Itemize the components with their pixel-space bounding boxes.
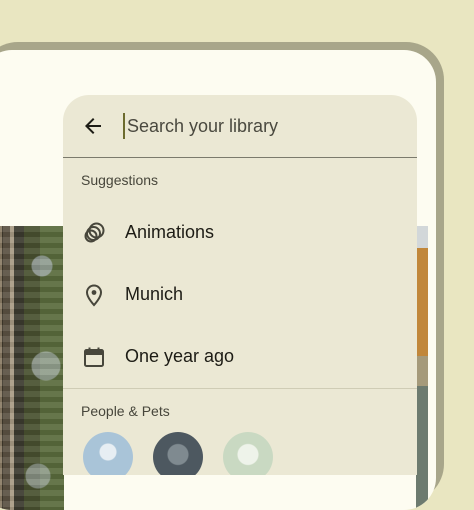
suggestion-label: Munich xyxy=(125,284,184,304)
person-avatar[interactable] xyxy=(83,432,133,475)
search-input[interactable] xyxy=(123,113,397,139)
suggestion-animations[interactable]: Animations xyxy=(63,202,417,264)
suggestion-label: One year ago xyxy=(125,346,235,366)
people-pets-heading: People & Pets xyxy=(81,403,170,419)
suggestion-label: Animations xyxy=(125,222,215,242)
photo-thumbnail[interactable] xyxy=(0,226,64,510)
search-panel: Suggestions Animations Munich One year a… xyxy=(63,95,417,475)
animation-icon xyxy=(84,222,105,243)
person-avatar[interactable] xyxy=(223,432,273,475)
photo-thumbnail[interactable] xyxy=(416,226,428,510)
suggestions-heading: Suggestions xyxy=(81,172,159,188)
person-avatar[interactable] xyxy=(153,432,203,475)
calendar-icon xyxy=(84,347,104,367)
location-pin-icon xyxy=(85,284,103,307)
search-bar xyxy=(63,95,417,158)
section-divider xyxy=(63,388,417,389)
suggestion-munich[interactable]: Munich xyxy=(63,264,417,326)
suggestion-one-year-ago[interactable]: One year ago xyxy=(63,326,417,388)
back-arrow-icon[interactable] xyxy=(81,114,105,138)
